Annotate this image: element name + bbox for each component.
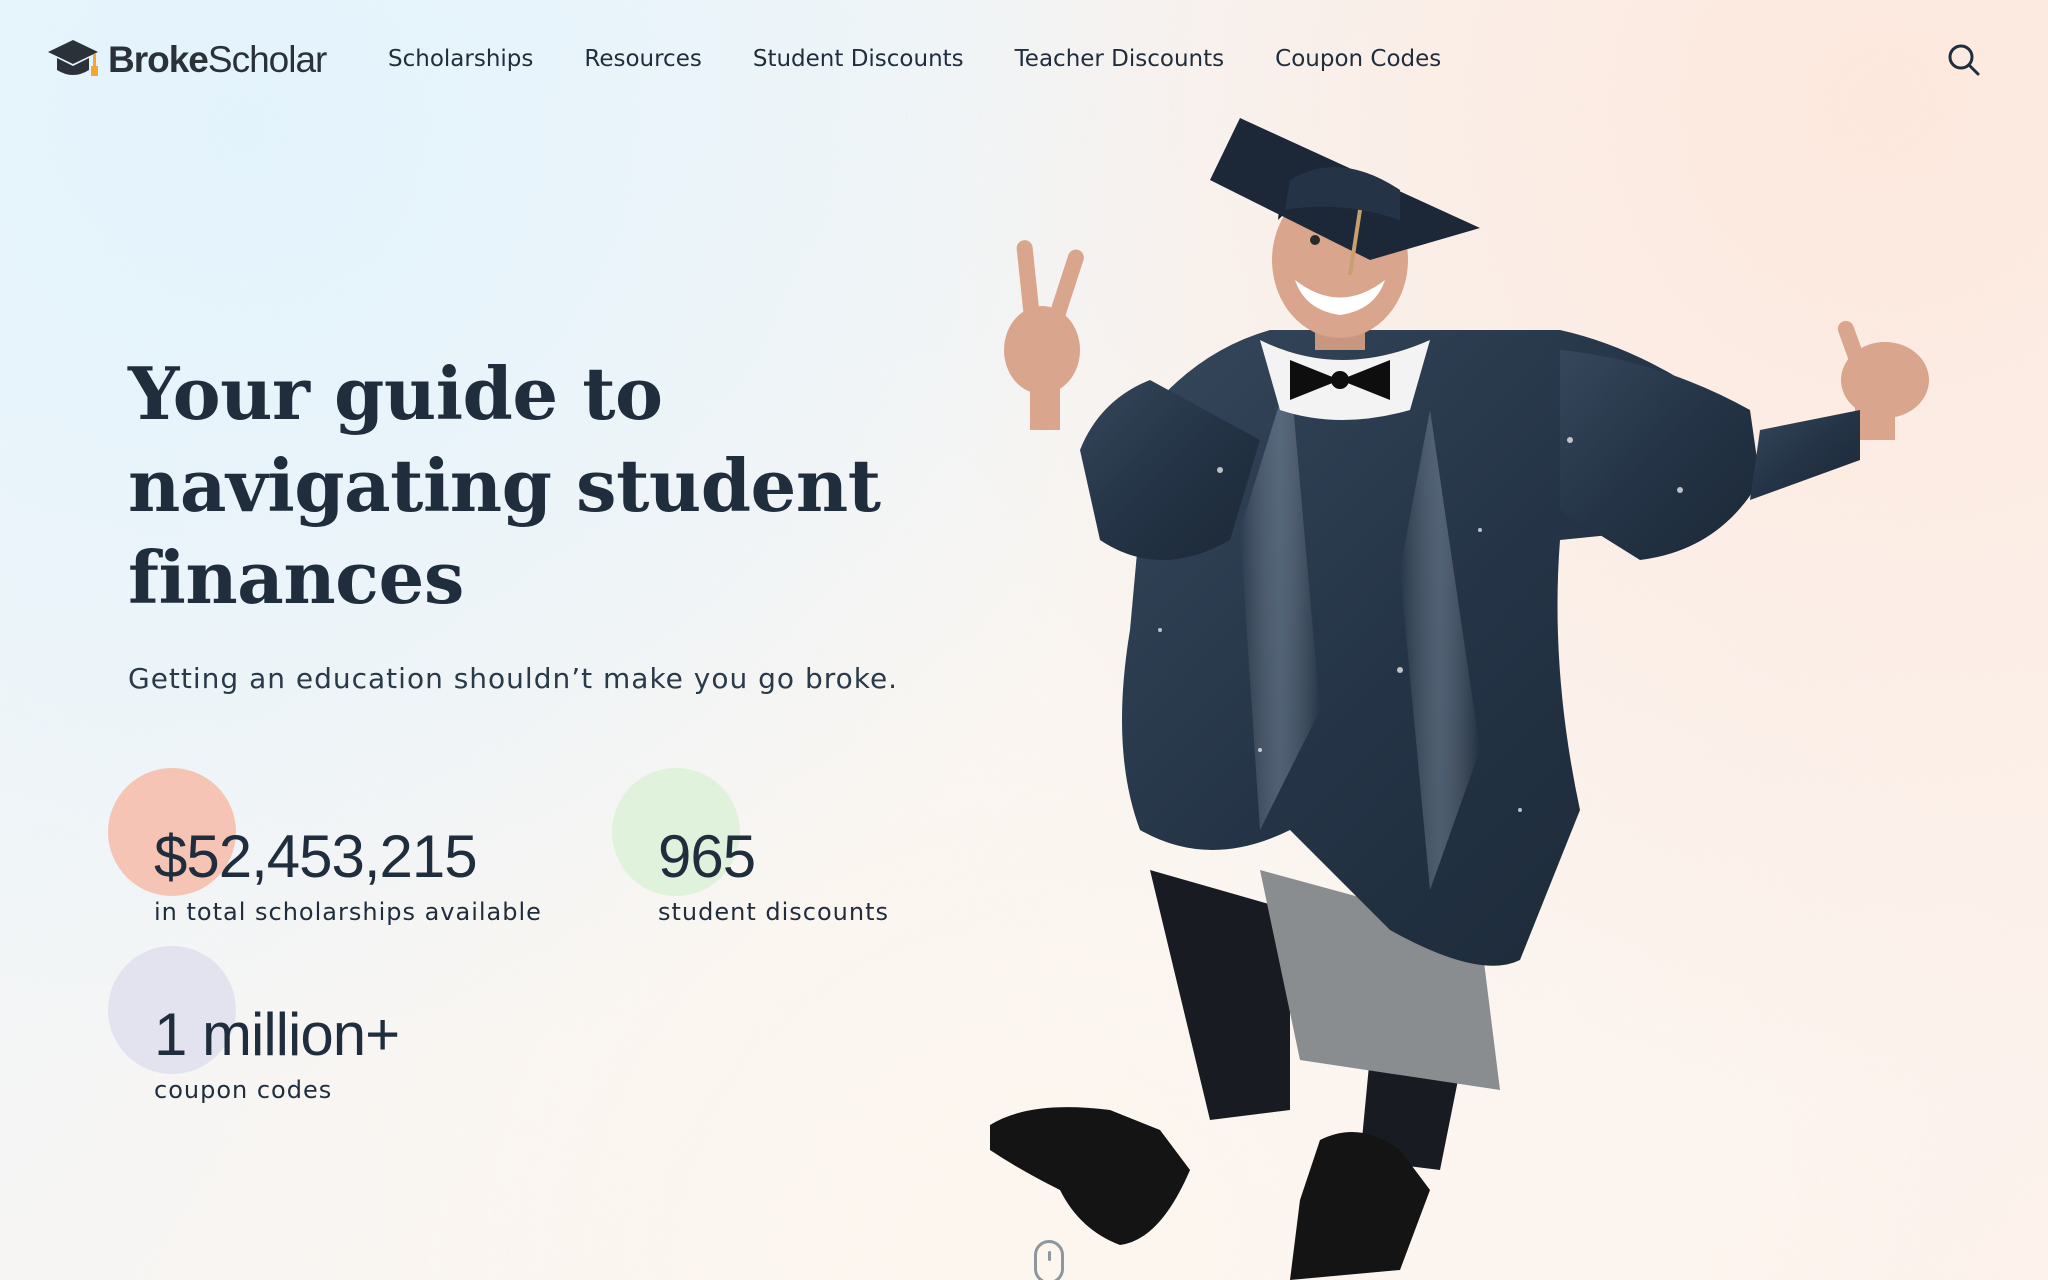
stat-scholarships: $52,453,215 in total scholarships availa… xyxy=(108,768,542,926)
nav-link-scholarships[interactable]: Scholarships xyxy=(388,40,533,78)
jumping-graduate-photo xyxy=(990,118,1929,1280)
site-header: BrokeScholar Scholarships Resources Stud… xyxy=(0,0,2048,116)
mouse-scroll-icon[interactable] xyxy=(1034,1240,1064,1280)
brand-name: BrokeScholar xyxy=(108,38,327,80)
mouse-wheel xyxy=(1048,1251,1051,1261)
stat-value: $52,453,215 xyxy=(154,823,478,890)
hero-headline: Your guide to navigating student finance… xyxy=(128,351,881,620)
nav-link-resources[interactable]: Resources xyxy=(584,40,701,78)
stat-value: 965 xyxy=(658,823,756,890)
nav-link-student-discounts[interactable]: Student Discounts xyxy=(753,40,964,78)
search-icon[interactable] xyxy=(1946,42,1982,78)
stat-label: in total scholarships available xyxy=(154,898,542,926)
brand-name-light: Scholar xyxy=(207,38,327,80)
stat-label: coupon codes xyxy=(154,1076,333,1104)
stat-coupon-codes: 1 million+ coupon codes xyxy=(108,946,400,1104)
stat-student-discounts: 965 student discounts xyxy=(612,768,889,926)
nav-link-teacher-discounts[interactable]: Teacher Discounts xyxy=(1015,40,1224,78)
brand-name-bold: Broke xyxy=(108,38,209,80)
stat-label: student discounts xyxy=(658,898,889,926)
stat-value: 1 million+ xyxy=(154,1001,400,1068)
brokescholar-logo[interactable]: BrokeScholar xyxy=(46,34,327,84)
hero-subtitle: Getting an education shouldn’t make you … xyxy=(128,662,899,695)
nav-link-coupon-codes[interactable]: Coupon Codes xyxy=(1275,40,1441,78)
main-nav: Scholarships Resources Student Discounts… xyxy=(388,40,1492,78)
graduation-cap-icon xyxy=(48,40,98,76)
